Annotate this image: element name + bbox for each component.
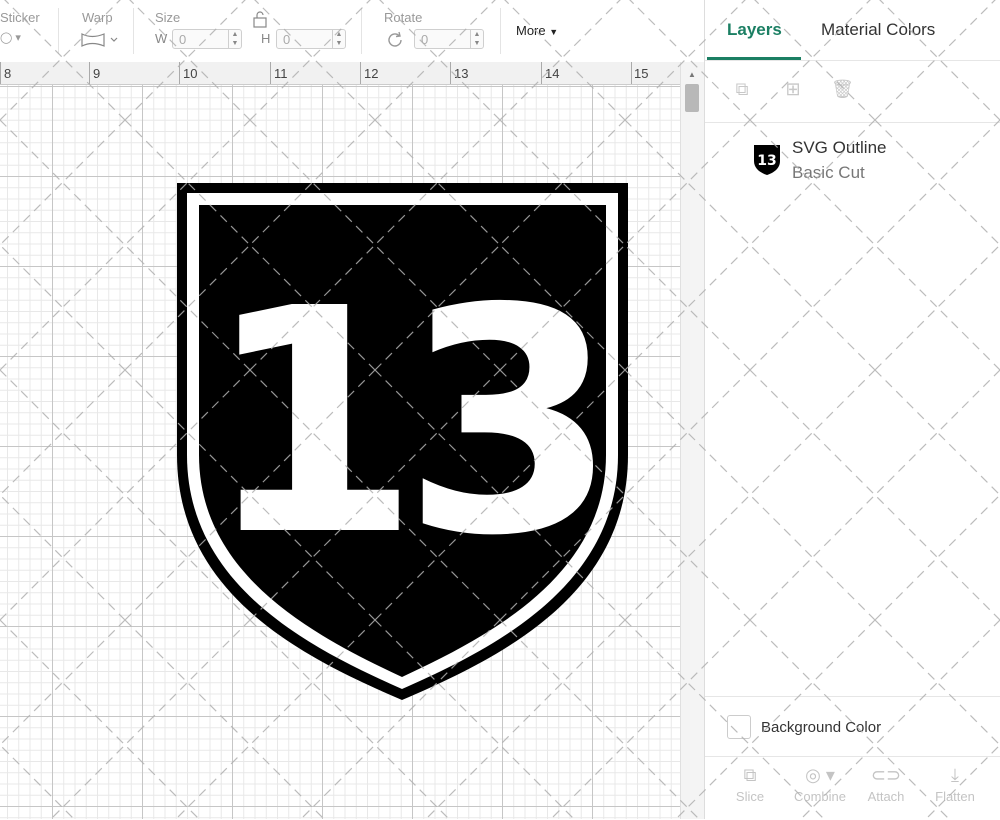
slice-label: Slice bbox=[735, 789, 765, 804]
tabs-divider bbox=[705, 60, 1000, 61]
layer-actions-bar: ⧉ Slice ◎ ▾ Combine ⊂⊃ Attach ⤓ Flatten bbox=[705, 756, 1000, 820]
duplicate-icon[interactable]: ⊞ bbox=[782, 78, 804, 100]
delete-icon[interactable]: 🗑 bbox=[831, 78, 854, 100]
layer-name: SVG Outline bbox=[792, 138, 887, 157]
attach-icon: ⊂⊃ bbox=[870, 765, 902, 785]
background-divider bbox=[705, 696, 1000, 697]
slice-button[interactable]: ⧉ Slice bbox=[715, 761, 785, 804]
layer-thumbnail: 13 bbox=[754, 145, 780, 175]
attach-button[interactable]: ⊂⊃ Attach bbox=[851, 761, 921, 804]
background-color-label: Background Color bbox=[761, 719, 882, 736]
shield-number: 13 bbox=[204, 243, 599, 604]
flatten-icon: ⤓ bbox=[951, 765, 959, 785]
layers-panel: Layers Material Colors ⧉ ⊞ 🗑 13 SVG Outl… bbox=[704, 0, 1000, 819]
flatten-label: Flatten bbox=[935, 789, 975, 804]
shield-design[interactable]: 13 bbox=[0, 0, 704, 819]
combine-button[interactable]: ◎ ▾ Combine bbox=[785, 761, 855, 804]
flatten-button[interactable]: ⤓ Flatten bbox=[920, 761, 990, 804]
combine-label: Combine bbox=[793, 789, 847, 804]
background-color-swatch[interactable] bbox=[727, 715, 751, 739]
attach-label: Attach bbox=[867, 789, 905, 804]
tab-layers[interactable]: Layers bbox=[727, 20, 782, 40]
layer-item[interactable]: 13 SVG Outline Basic Cut bbox=[705, 130, 1000, 190]
layer-operation: Basic Cut bbox=[792, 163, 865, 182]
layer-list-divider bbox=[705, 122, 1000, 123]
slice-icon: ⧉ bbox=[743, 765, 757, 785]
layer-thumb-text: 13 bbox=[757, 153, 776, 169]
combine-icon: ◎ ▾ bbox=[805, 765, 835, 785]
group-icon[interactable]: ⧉ bbox=[731, 78, 753, 100]
tab-material-colors[interactable]: Material Colors bbox=[821, 20, 935, 40]
